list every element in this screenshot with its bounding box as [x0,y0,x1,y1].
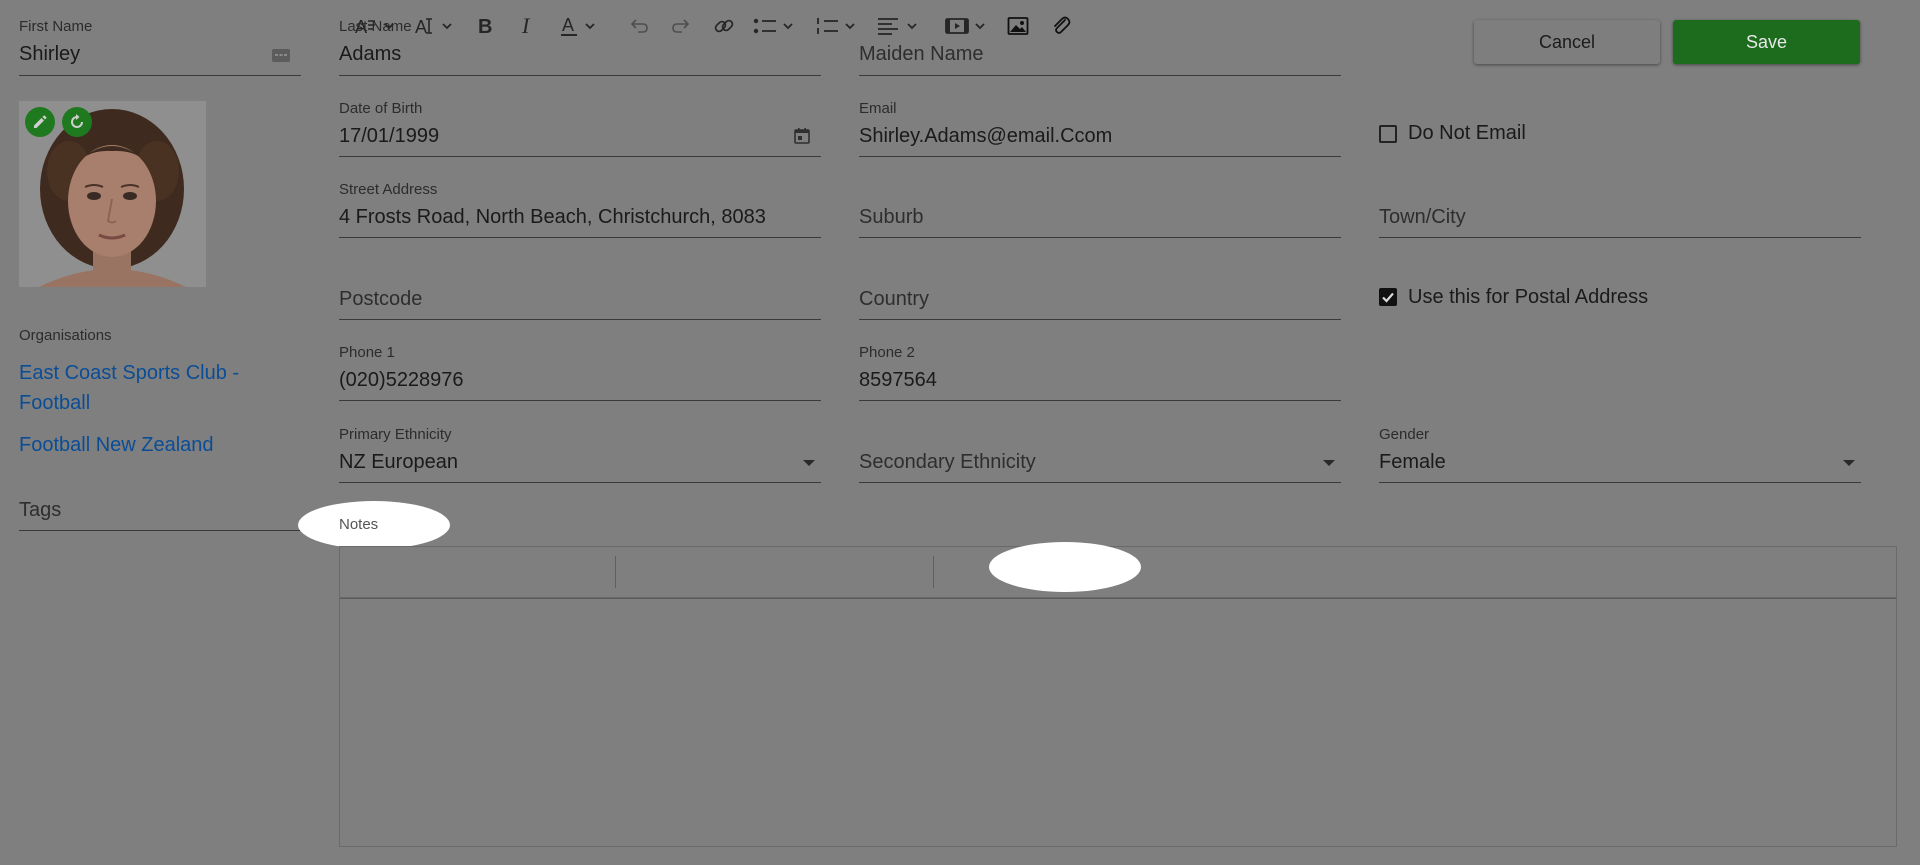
secondary-ethnicity-select[interactable]: Secondary Ethnicity [859,426,1341,483]
dob-field[interactable]: Date of Birth 17/01/1999 [339,100,821,157]
bold-icon: B [478,16,492,37]
country-placeholder: Country [859,288,930,310]
gender-select[interactable]: Gender Female [1379,426,1861,483]
dob-label: Date of Birth [339,100,423,117]
bulleted-list-icon [753,18,793,34]
link-icon [714,19,734,33]
media-icon [945,18,985,34]
organisation-link-football-nz[interactable]: Football New Zealand [19,430,214,460]
phone2-label: Phone 2 [859,344,915,361]
font-color-dropdown[interactable]: A [555,0,605,52]
check-icon [1382,292,1394,303]
toolbar-divider [615,556,616,588]
organisations-heading: Organisations [19,327,112,344]
street-address-value: 4 Frosts Road, North Beach, Christchurch… [339,206,766,228]
toolbar-divider [933,556,934,588]
calendar-icon[interactable] [793,127,813,147]
tags-placeholder: Tags [19,499,62,521]
font-color-icon: A [561,15,595,36]
gender-label: Gender [1379,426,1430,443]
town-city-placeholder: Town/City [1379,206,1466,228]
phone1-field[interactable]: Phone 1 (020)5228976 [339,344,821,401]
font-family-dropdown[interactable]: A [350,0,400,52]
postal-address-label[interactable]: Use this for Postal Address [1408,286,1648,309]
svg-text:A: A [562,15,574,35]
redo-button[interactable] [666,0,696,52]
font-size-icon: A [415,17,452,37]
phone2-field[interactable]: Phone 2 8597564 [859,344,1341,401]
bold-button[interactable]: B [470,0,500,52]
svg-text:I: I [521,15,531,37]
first-name-label: First Name [19,18,93,35]
phone2-value: 8597564 [859,369,937,391]
do-not-email-label[interactable]: Do Not Email [1408,122,1526,145]
country-field[interactable]: Country [859,263,1341,320]
svg-text:B: B [478,16,492,37]
align-dropdown[interactable] [874,0,924,52]
svg-text:A: A [355,17,367,37]
italic-icon: I [521,15,531,37]
street-address-field[interactable]: Street Address 4 Frosts Road, North Beac… [339,181,821,238]
insert-image-button[interactable] [1003,0,1033,52]
media-dropdown[interactable] [942,0,992,52]
font-size-dropdown[interactable]: A [410,0,460,52]
contact-card-icon[interactable] [271,45,291,65]
dob-value: 17/01/1999 [339,125,440,147]
bulleted-list-dropdown[interactable] [750,0,800,52]
first-name-value: Shirley [19,43,81,65]
postal-address-checkbox[interactable] [1379,288,1397,306]
chevron-down-icon [803,460,815,466]
tags-field[interactable]: Tags [19,483,301,531]
primary-ethnicity-label: Primary Ethnicity [339,426,452,443]
link-button[interactable] [709,0,739,52]
postcode-field[interactable]: Postcode [339,263,821,320]
undo-icon [630,19,648,33]
toolbar-highlight [989,542,1141,592]
pencil-icon [34,115,47,128]
gender-value: Female [1379,451,1446,473]
phone1-value: (020)5228976 [339,369,464,391]
refresh-icon [71,114,83,128]
postcode-placeholder: Postcode [339,288,423,310]
chevron-down-icon [1843,460,1855,466]
attachment-icon [1054,16,1071,34]
save-button[interactable]: Save [1673,20,1860,64]
suburb-placeholder: Suburb [859,206,924,228]
edit-photo-button[interactable] [25,107,55,137]
do-not-email-checkbox[interactable] [1379,125,1397,143]
italic-button[interactable]: I [512,0,542,52]
phone1-label: Phone 1 [339,344,395,361]
town-city-field[interactable]: Town/City [1379,181,1861,238]
svg-text:A: A [415,17,427,37]
email-field[interactable]: Email Shirley.Adams@email.Ccom [859,100,1341,157]
redo-icon [672,19,690,33]
image-icon [1007,17,1029,35]
organisation-link-east-coast[interactable]: East Coast Sports Club - Football [19,358,259,418]
primary-ethnicity-select[interactable]: Primary Ethnicity NZ European [339,426,821,483]
suburb-field[interactable]: Suburb [859,181,1341,238]
font-family-icon: A [355,17,394,37]
primary-ethnicity-value: NZ European [339,451,458,473]
notes-label: Notes [339,516,379,533]
cancel-button[interactable]: Cancel [1474,20,1660,64]
email-label: Email [859,100,897,117]
street-address-label: Street Address [339,181,438,198]
secondary-ethnicity-placeholder: Secondary Ethnicity [859,451,1036,473]
undo-button[interactable] [624,0,654,52]
numbered-list-dropdown[interactable] [812,0,862,52]
attachment-button[interactable] [1046,0,1076,52]
refresh-photo-button[interactable] [62,107,92,137]
notes-editor[interactable] [339,598,1897,847]
first-name-field[interactable]: First Name Shirley [19,18,301,76]
maiden-name-field[interactable]: Maiden Name [859,18,1341,76]
chevron-down-icon [1323,460,1335,466]
align-icon [878,18,917,35]
numbered-list-icon [817,18,855,34]
email-value: Shirley.Adams@email.Ccom [859,125,1113,147]
